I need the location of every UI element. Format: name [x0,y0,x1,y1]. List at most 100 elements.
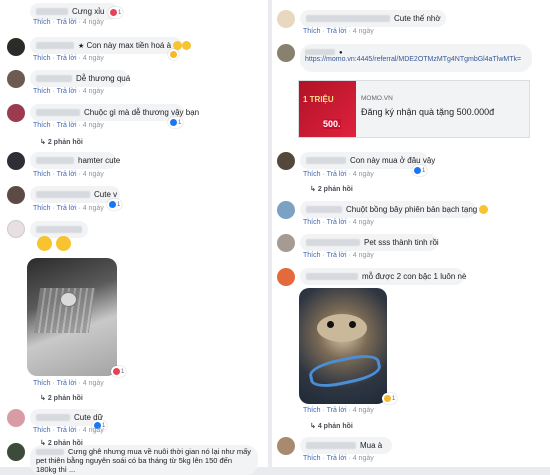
comment-bubble[interactable]: mỗ được 2 con bậc 1 luôn nè [300,268,466,285]
avatar[interactable] [277,10,295,28]
reaction-count[interactable] [168,49,179,60]
commenter-name-redacted[interactable] [36,191,90,199]
commenter-name-redacted[interactable] [306,239,360,247]
referral-link[interactable]: https://momo.vn:4445/referral/MDE2OTMzMT… [305,56,527,64]
reply-link[interactable]: Trả lời [57,55,77,62]
avatar[interactable] [277,44,295,62]
like-link[interactable]: Thích [33,88,51,95]
like-link[interactable]: Thích [303,407,321,414]
comment-bubble[interactable] [30,221,88,238]
comment-bubble[interactable]: Cute thế nhờ [300,10,446,27]
like-link[interactable]: Thích [303,28,321,35]
view-replies-link[interactable]: ↳ 2 phản hồi [40,394,83,402]
reply-link[interactable]: Trả lời [327,252,347,259]
comment-time[interactable]: 4 ngày [83,380,104,387]
comment-time[interactable]: 4 ngày [83,205,104,212]
like-link[interactable]: Thích [33,19,51,26]
reply-link[interactable]: Trả lời [327,455,347,462]
like-link[interactable]: Thích [303,252,321,259]
commenter-name-redacted[interactable] [36,449,64,456]
like-link[interactable]: Thích [33,427,51,434]
avatar[interactable] [7,152,25,170]
like-link[interactable]: Thích [33,205,51,212]
avatar[interactable] [7,186,25,204]
comment-time[interactable]: 4 ngày [353,219,374,226]
comment-bubble[interactable]: hamter cute [30,152,120,169]
reply-link[interactable]: Trả lời [57,205,77,212]
comment-time[interactable]: 4 ngày [353,171,374,178]
reaction-count[interactable]: 1 [107,199,123,210]
commenter-name-redacted[interactable] [305,49,335,56]
comment-bubble[interactable]: ● https://momo.vn:4445/referral/MDE2OTMz… [300,44,532,72]
commenter-name-redacted[interactable] [306,442,356,450]
reply-link[interactable]: Trả lời [57,122,77,129]
commenter-name-redacted[interactable] [306,15,390,23]
reply-link[interactable]: Trả lời [57,19,77,26]
comment-bubble[interactable]: Cưng xỉu [30,3,118,20]
avatar[interactable] [277,437,295,455]
like-link[interactable]: Thích [303,455,321,462]
view-replies-link[interactable]: ↳ 2 phản hồi [310,185,353,193]
comment-time[interactable]: 4 ngày [83,55,104,62]
like-link[interactable]: Thích [33,171,51,178]
comment-bubble[interactable]: Chuộc gì mà dễ thương vậy bạn [30,104,199,121]
comment-photo[interactable] [27,258,117,376]
comment-bubble[interactable]: Cưng ghê nhưng mua về nuôi thời gian nó … [30,445,258,475]
like-link[interactable]: Thích [33,122,51,129]
reply-link[interactable]: Trả lời [327,28,347,35]
like-link[interactable]: Thích [303,171,321,178]
avatar[interactable] [7,220,25,238]
reply-link[interactable]: Trả lời [327,171,347,178]
comment-time[interactable]: 4 ngày [83,122,104,129]
like-link[interactable]: Thích [33,55,51,62]
comment-time[interactable]: 4 ngày [83,19,104,26]
commenter-name-redacted[interactable] [36,42,74,50]
reply-link[interactable]: Trả lời [327,219,347,226]
avatar[interactable] [277,152,295,170]
comment-bubble[interactable]: Mua à [300,437,392,454]
avatar[interactable] [7,104,25,122]
comment-time[interactable]: 4 ngày [353,407,374,414]
reply-link[interactable]: Trả lời [327,407,347,414]
link-title[interactable]: Đăng ký nhận quà tặng 500.000đ [361,107,494,117]
avatar[interactable] [7,38,25,56]
comment-photo[interactable] [299,288,387,404]
commenter-name-redacted[interactable] [306,206,342,214]
commenter-name-redacted[interactable] [36,109,80,117]
avatar[interactable] [277,234,295,252]
comment-bubble[interactable]: Dễ thương quá [30,70,130,87]
avatar[interactable] [277,201,295,219]
comment-time[interactable]: 4 ngày [83,88,104,95]
commenter-name-redacted[interactable] [36,75,72,83]
link-preview-image[interactable]: 1 TRIỆU 500. [299,81,356,137]
avatar[interactable] [7,443,25,461]
like-link[interactable]: Thích [33,380,51,387]
comment-bubble[interactable]: Chuột bồng bây phiên bản bạch tạng [300,201,489,218]
avatar[interactable] [277,268,295,286]
reaction-count[interactable]: 1 [108,7,124,18]
commenter-name-redacted[interactable] [306,157,346,165]
comment-time[interactable]: 4 ngày [353,252,374,259]
comment-time[interactable]: 4 ngày [353,455,374,462]
avatar[interactable] [7,70,25,88]
reply-link[interactable]: Trả lời [57,380,77,387]
like-link[interactable]: Thích [303,219,321,226]
comment-bubble[interactable]: Pet sss thành tinh rồi [300,234,439,251]
commenter-name-redacted[interactable] [306,273,358,281]
view-replies-link[interactable]: ↳ 4 phản hồi [310,422,353,430]
view-replies-link[interactable]: ↳ 2 phản hồi [40,138,83,146]
reply-link[interactable]: Trả lời [57,427,77,434]
comment-bubble[interactable]: Con này mua ở đâu vậy [300,152,435,169]
reply-link[interactable]: Trả lời [57,88,77,95]
comment-time[interactable]: 4 ngày [83,171,104,178]
commenter-name-redacted[interactable] [36,414,70,422]
commenter-name-redacted[interactable] [36,226,82,234]
comment-time[interactable]: 4 ngày [83,427,104,434]
reaction-count[interactable]: 1 [111,366,127,377]
reply-link[interactable]: Trả lời [57,171,77,178]
reaction-count[interactable]: 1 [382,393,398,404]
comment-time[interactable]: 4 ngày [353,28,374,35]
reaction-count[interactable]: 1 [412,165,428,176]
reaction-count[interactable]: 1 [168,117,184,128]
avatar[interactable] [7,409,25,427]
